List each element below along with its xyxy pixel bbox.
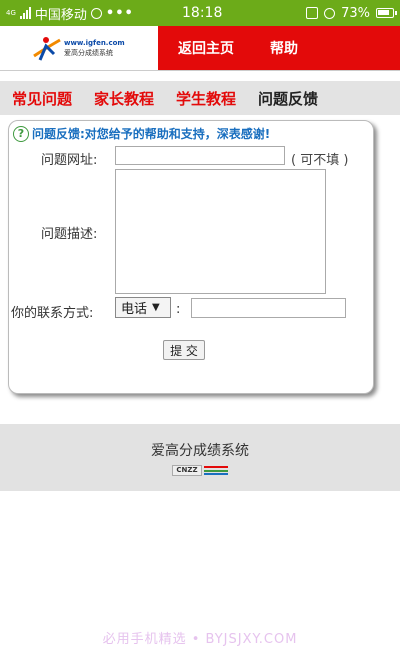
help-link[interactable]: 帮助 — [270, 38, 298, 58]
tab-faq[interactable]: 常见问题 — [12, 88, 72, 109]
network-type: 4G — [6, 8, 16, 17]
header-nav: 返回主页 帮助 — [158, 26, 400, 70]
logo-name: 爱高分成绩系统 — [64, 49, 113, 57]
site-logo[interactable]: www.igfen.com 爱高分成绩系统 — [0, 26, 158, 70]
status-bar: 4G 中国移动 ••• 18:18 73% — [0, 0, 400, 26]
contact-label: 你的联系方式: — [11, 306, 94, 321]
tab-parent-guide[interactable]: 家长教程 — [94, 88, 154, 109]
app-header: www.igfen.com 爱高分成绩系统 返回主页 帮助 — [0, 26, 400, 71]
vibrate-icon — [306, 7, 319, 19]
tab-bar: 常见问题 家长教程 学生教程 问题反馈 — [0, 81, 400, 115]
runner-logo-icon — [33, 37, 61, 61]
submit-button[interactable]: 提 交 — [163, 340, 205, 360]
battery-icon — [376, 8, 397, 18]
url-optional-hint: ( 可不填 ) — [291, 153, 349, 168]
url-label: 问题网址: — [41, 153, 98, 168]
question-icon: ? — [13, 125, 29, 142]
headset-icon — [90, 7, 102, 19]
signal-icon — [19, 7, 31, 19]
feedback-form: ? 问题反馈:对您给予的帮助和支持，深表感谢! 问题网址: ( 可不填 ) 问题… — [8, 120, 374, 394]
tab-student-guide[interactable]: 学生教程 — [176, 88, 236, 109]
logo-text: www.igfen.com 爱高分成绩系统 — [64, 38, 125, 58]
status-right: 73% — [306, 5, 397, 21]
logo-url: www.igfen.com — [64, 39, 125, 47]
tab-feedback[interactable]: 问题反馈 — [258, 88, 318, 109]
cnzz-stripes-icon — [202, 465, 228, 476]
watermark-text: 必用手机精选 • BYJSJXY.COM — [102, 632, 298, 647]
notice-text: 问题反馈:对您给予的帮助和支持，深表感谢! — [32, 127, 271, 141]
page-footer: 爱高分成绩系统 CNZZ — [0, 424, 400, 491]
footer-site-name: 爱高分成绩系统 — [151, 443, 249, 459]
dropdown-arrow-icon: ▼ — [152, 302, 160, 313]
contact-input[interactable] — [191, 298, 346, 318]
contact-type-select[interactable]: 电话 ▼ — [115, 297, 171, 318]
home-link[interactable]: 返回主页 — [178, 38, 234, 58]
cnzz-badge[interactable]: CNZZ — [172, 465, 228, 476]
more-icon: ••• — [105, 5, 134, 21]
description-textarea[interactable] — [115, 169, 326, 294]
alarm-icon — [324, 7, 336, 19]
carrier-name: 中国移动 — [34, 7, 87, 23]
cnzz-badge-text: CNZZ — [172, 465, 202, 476]
contact-type-value: 电话 — [121, 302, 148, 317]
contact-separator: : — [176, 302, 181, 317]
battery-percent: 73% — [341, 5, 370, 21]
url-input[interactable] — [115, 146, 285, 165]
description-label: 问题描述: — [41, 227, 98, 242]
feedback-notice: ? 问题反馈:对您给予的帮助和支持，深表感谢! — [13, 125, 270, 142]
clock: 18:18 — [182, 5, 223, 21]
status-left: 4G 中国移动 ••• — [6, 4, 134, 23]
